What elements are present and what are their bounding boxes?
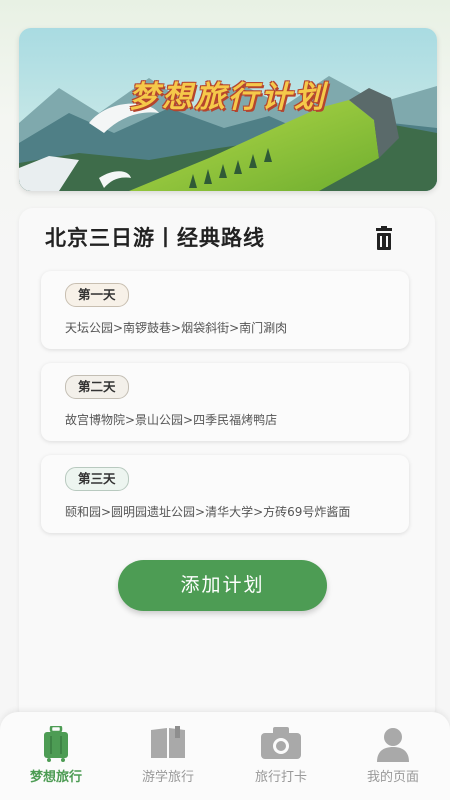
add-plan-button[interactable]: 添加计划 xyxy=(118,560,327,611)
hero-banner: 梦想旅行计划 xyxy=(19,28,437,191)
plan-card: 北京三日游丨经典路线 第一天 天坛公园>南锣鼓巷>烟袋斜街>南门涮肉 第二天 故… xyxy=(19,208,435,723)
user-icon xyxy=(375,726,411,766)
tab-label: 旅行打卡 xyxy=(254,770,307,785)
tab-label: 游学旅行 xyxy=(141,770,194,785)
tab-dream-travel[interactable]: 梦想旅行 xyxy=(0,712,112,800)
trash-icon[interactable] xyxy=(372,226,396,252)
day-badge: 第二天 xyxy=(65,375,129,399)
day-route: 颐和园>圆明园遗址公园>清华大学>方砖69号炸酱面 xyxy=(65,505,351,519)
tab-travel-checkin[interactable]: 旅行打卡 xyxy=(225,712,337,800)
bottom-tab-bar: 梦想旅行 游学旅行 旅行打卡 我的页面 xyxy=(0,712,450,800)
tab-study-travel[interactable]: 游学旅行 xyxy=(112,712,224,800)
plan-title: 北京三日游丨经典路线 xyxy=(45,226,265,250)
book-icon xyxy=(149,726,187,764)
tab-my-page[interactable]: 我的页面 xyxy=(337,712,449,800)
day-route: 天坛公园>南锣鼓巷>烟袋斜街>南门涮肉 xyxy=(65,321,288,335)
camera-icon xyxy=(260,726,302,764)
banner-title: 梦想旅行计划 xyxy=(129,80,327,115)
day-card[interactable]: 第三天 颐和园>圆明园遗址公园>清华大学>方砖69号炸酱面 xyxy=(41,455,409,533)
day-badge: 第三天 xyxy=(65,467,129,491)
day-card[interactable]: 第二天 故宫博物院>景山公园>四季民福烤鸭店 xyxy=(41,363,409,441)
day-route: 故宫博物院>景山公园>四季民福烤鸭店 xyxy=(65,413,278,427)
day-badge: 第一天 xyxy=(65,283,129,307)
tab-label: 梦想旅行 xyxy=(29,770,82,785)
tab-label: 我的页面 xyxy=(366,770,419,785)
day-card[interactable]: 第一天 天坛公园>南锣鼓巷>烟袋斜街>南门涮肉 xyxy=(41,271,409,349)
luggage-icon xyxy=(41,724,71,766)
